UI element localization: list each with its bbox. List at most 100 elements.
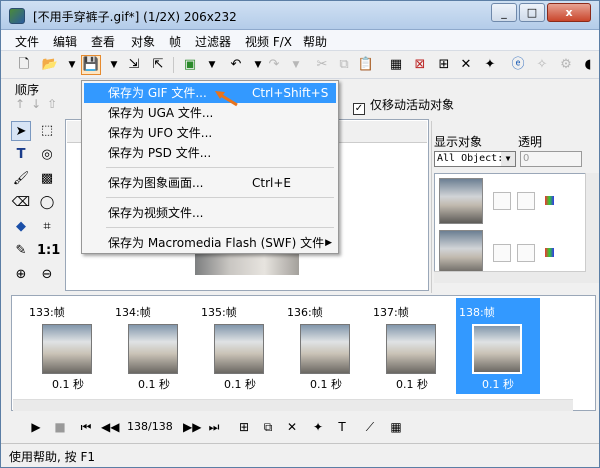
redo-icon[interactable]: ↷	[265, 56, 283, 74]
object-lock-box[interactable]	[517, 244, 535, 262]
settings-icon[interactable]: ⚙	[557, 56, 575, 74]
duplicate-frame-icon[interactable]: ⧉	[259, 417, 277, 437]
last-frame-icon[interactable]: ⏭	[205, 417, 223, 437]
object-list[interactable]	[434, 173, 586, 283]
object-thumbnail[interactable]	[439, 230, 483, 276]
menu-file[interactable]: 文件	[15, 33, 39, 50]
frame-item[interactable]: 135:帧 0.1 秒	[198, 298, 282, 394]
move-down-icon[interactable]: ↓	[31, 97, 47, 111]
frame-item-selected[interactable]: 138:帧 0.1 秒	[456, 298, 540, 394]
frame-transition-icon[interactable]: ⟋	[361, 417, 379, 437]
zoom-out-icon[interactable]: ⊖	[37, 265, 57, 285]
open-folder-icon[interactable]: 📂	[41, 56, 59, 74]
first-frame-icon[interactable]: ⏮	[77, 417, 95, 437]
menu-save-ufo[interactable]: 保存为 UFO 文件...	[84, 123, 336, 143]
menu-object[interactable]: 对象	[131, 33, 155, 50]
prev-frame-icon[interactable]: ◀◀	[101, 417, 119, 437]
undo-icon[interactable]: ↶	[227, 56, 245, 74]
object-list-vscroll[interactable]	[585, 173, 599, 283]
timeline-hscroll[interactable]	[13, 399, 573, 411]
wizard-icon[interactable]: ✧	[533, 56, 551, 74]
export-icon[interactable]: ⇱	[149, 56, 167, 74]
frame-item[interactable]: 134:帧 0.1 秒	[112, 298, 196, 394]
menu-save-gif[interactable]: 保存为 GIF 文件... Ctrl+Shift+S	[84, 83, 336, 103]
frame-props-icon[interactable]: ▦	[387, 56, 405, 74]
menu-save-video[interactable]: 保存为视频文件...	[84, 203, 336, 223]
select-arrow-icon[interactable]: ➤	[11, 121, 31, 141]
chevron-down-icon[interactable]: ▼	[501, 152, 515, 166]
delete-frame-icon[interactable]: ✕	[283, 417, 301, 437]
help-icon[interactable]: ◖	[579, 56, 597, 74]
maximize-button[interactable]: □	[519, 3, 545, 22]
brush-icon[interactable]: 🖌	[11, 169, 31, 189]
zoom-in-icon[interactable]: ⊕	[11, 265, 31, 285]
frame-item[interactable]: 136:帧 0.1 秒	[284, 298, 368, 394]
image-dropdown-icon[interactable]: ▼	[203, 56, 221, 74]
order-arrows[interactable]: ↑↓⇧	[15, 97, 63, 111]
new-file-icon[interactable]: 🗋	[15, 56, 33, 74]
minimize-button[interactable]: _	[491, 3, 517, 22]
menu-view[interactable]: 查看	[91, 33, 115, 50]
menu-item-label: 保存为 UFO 文件...	[108, 126, 213, 140]
redo-dropdown-icon[interactable]: ▼	[287, 56, 305, 74]
menu-save-uga[interactable]: 保存为 UGA 文件...	[84, 103, 336, 123]
next-frame-icon[interactable]: ▶▶	[183, 417, 201, 437]
app-window: [不用手穿裤子.gif*] (1/2X) 206x232 _ □ x 文件 编辑…	[0, 0, 600, 468]
crop-tool-icon[interactable]: ⌗	[37, 217, 57, 237]
eraser-icon[interactable]: ⌫	[11, 193, 31, 213]
move-up-icon[interactable]: ↑	[15, 97, 31, 111]
save-icon[interactable]: 💾	[81, 55, 101, 75]
move-active-only-checkbox[interactable]: ✓	[353, 103, 365, 115]
lasso-icon[interactable]: ◯	[37, 193, 57, 213]
paste-icon[interactable]: 📋	[357, 56, 375, 74]
image-edit-icon[interactable]: ▣	[181, 56, 199, 74]
frame-label: 138:帧	[459, 306, 495, 319]
effect-icon[interactable]: ✦	[481, 56, 499, 74]
frame-delete-icon[interactable]: ⊠	[411, 56, 429, 74]
frame-add-icon[interactable]: ⊞	[435, 56, 453, 74]
frame-item[interactable]: 137:帧 0.1 秒	[370, 298, 454, 394]
menu-video-fx[interactable]: 视频 F/X	[245, 33, 292, 50]
frame-text-icon[interactable]: T	[333, 417, 351, 437]
object-list-hscroll[interactable]	[434, 271, 586, 283]
play-icon[interactable]: ▶	[27, 417, 45, 437]
text-tool-icon[interactable]: T	[11, 145, 31, 165]
add-frame-icon[interactable]: ⊞	[235, 417, 253, 437]
cut-icon[interactable]: ✂	[313, 56, 331, 74]
copy-icon[interactable]: ⧉	[335, 56, 353, 74]
import-icon[interactable]: ⇲	[125, 56, 143, 74]
frame-thumbnail	[300, 324, 350, 374]
stop-icon[interactable]: ■	[51, 417, 69, 437]
target-icon[interactable]: ◎	[37, 145, 57, 165]
object-thumbnail[interactable]	[439, 178, 483, 224]
open-dropdown-icon[interactable]: ▼	[63, 56, 81, 74]
save-dropdown-icon[interactable]: ▼	[105, 56, 123, 74]
menu-edit[interactable]: 编辑	[53, 33, 77, 50]
menu-save-image[interactable]: 保存为图象画面... Ctrl+E	[84, 173, 336, 193]
menu-save-psd[interactable]: 保存为 PSD 文件...	[84, 143, 336, 163]
object-visibility-box[interactable]	[493, 192, 511, 210]
object-visibility-box[interactable]	[493, 244, 511, 262]
menu-frame[interactable]: 帧	[169, 33, 181, 50]
menu-help[interactable]: 帮助	[303, 33, 327, 50]
opacity-spinner[interactable]: 0	[520, 151, 582, 167]
pattern-icon[interactable]: ▩	[37, 169, 57, 189]
fill-icon[interactable]: ◆	[11, 217, 31, 237]
move-first-icon[interactable]: ⇧	[47, 97, 63, 111]
title-bar: [不用手穿裤子.gif*] (1/2X) 206x232 _ □ x	[1, 1, 599, 30]
menu-save-swf[interactable]: 保存为 Macromedia Flash (SWF) 文件 ▶	[84, 233, 336, 253]
browser-icon[interactable]: ⓔ	[509, 56, 527, 74]
show-objects-select[interactable]: All Object: ▼	[434, 151, 516, 167]
frame-effect-icon[interactable]: ✦	[309, 417, 327, 437]
close-button[interactable]: x	[547, 3, 591, 22]
eyedropper-icon[interactable]: ✎	[11, 241, 31, 261]
frame-item[interactable]: 133:帧 0.1 秒	[26, 298, 110, 394]
menu-filter[interactable]: 过滤器	[195, 33, 231, 50]
move-active-only-option[interactable]: ✓ 仅移动活动对象	[353, 96, 454, 115]
canvas-image[interactable]	[195, 251, 299, 275]
frame-grid-icon[interactable]: ▦	[387, 417, 405, 437]
object-lock-box[interactable]	[517, 192, 535, 210]
crop-icon[interactable]: ✕	[457, 56, 475, 74]
actual-size-icon[interactable]: 1:1	[37, 241, 60, 261]
select-rect-icon[interactable]: ⬚	[37, 121, 57, 141]
